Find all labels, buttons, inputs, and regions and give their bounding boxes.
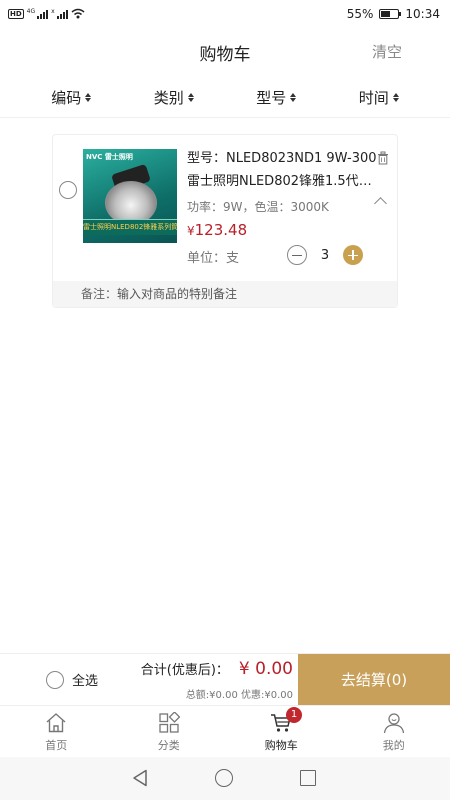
increase-button[interactable] [343,245,363,265]
sort-label: 编码 [51,89,82,107]
battery-icon [379,9,402,19]
sort-label: 时间 [358,89,389,107]
trash-icon[interactable] [377,151,389,165]
hd-icon: HD [8,9,24,19]
tab-bar: 首页 分类 购物车 1 我的 [0,705,450,757]
price-value: 123.48 [194,221,248,239]
home-circle-icon[interactable] [215,769,233,787]
tab-label: 购物车 [264,739,298,752]
home-icon [46,713,66,733]
product-logo: NVC 雷士照明 [86,153,133,161]
sort-by-model[interactable]: 型号 [256,78,297,117]
remark-row[interactable]: 备注：输入对商品的特别备注 [53,281,397,307]
back-icon[interactable] [132,769,148,787]
decrease-button[interactable] [287,245,307,265]
cart-badge: 1 [286,707,302,723]
product-unit: 单位：支 [187,251,240,266]
price-symbol: ¥ [187,224,195,238]
checkout-bar: 全选 合计(优惠后)： ¥ 0.00 总额:¥0.00 优惠:¥0.00 去结算… [0,653,450,706]
product-name[interactable]: 雷士照明NLED802锋雅1.5代系列筒灯 [187,170,383,189]
sort-arrows-icon [392,93,399,102]
sort-arrows-icon [85,93,92,102]
product-info: 型号：NLED8023ND1 9W-300 雷士照明NLED802锋雅1.5代系… [187,147,383,239]
select-all[interactable]: 全选 [46,670,98,689]
battery-percent: 55% [346,7,374,21]
status-right: 55% 10:34 [347,7,440,21]
product-banner: 雷士照明NLED802锋雅系列筒灯 [83,219,177,235]
total-value: ¥ 0.00 [238,659,293,679]
signal-icon: 4G [26,8,49,19]
signal-tag: 4G [26,8,36,15]
sort-by-time[interactable]: 时间 [359,78,399,117]
checkout-button[interactable]: 去结算(0) [298,654,450,706]
select-all-label: 全选 [72,674,99,689]
tab-label: 分类 [157,739,180,752]
quantity-stepper: 3 [287,245,363,265]
tab-cart[interactable]: 购物车 1 [225,706,338,757]
signal-2-tag: x [51,8,55,15]
remark-label: 备注： [81,287,118,301]
total-line: 合计(优惠后)： ¥ 0.00 [141,659,293,679]
system-navigation-bar [0,757,450,800]
tab-mine[interactable]: 我的 [338,706,450,757]
header: 购物车 清空 [0,30,450,74]
sort-label: 型号 [256,89,287,107]
sort-by-category[interactable]: 类别 [154,78,194,117]
select-all-radio[interactable] [46,670,64,689]
product-model: 型号：NLED8023ND1 9W-300 [187,151,377,166]
signal-2-icon: x [51,9,68,19]
wifi-icon [71,8,85,19]
cart-item-card: NVC 雷士照明 雷士照明NLED802锋雅系列筒灯 型号：NLED8023ND… [52,134,398,308]
item-select-radio[interactable] [59,181,77,199]
status-left: HD 4G x [8,8,85,19]
sort-label: 类别 [153,89,184,107]
quantity-value[interactable]: 3 [307,248,343,263]
clock: 10:34 [405,7,440,21]
sort-by-code[interactable]: 编码 [51,78,92,117]
remark-input[interactable]: 输入对商品的特别备注 [117,287,237,301]
product-spec: 功率：9W，色温：3000K [187,200,329,214]
total-label: 合计(优惠后)： [140,663,229,678]
sort-bar: 编码 类别 型号 时间 [0,78,450,118]
product-price: ¥123.48 [187,221,383,239]
subtotal-detail: 总额:¥0.00 优惠:¥0.00 [185,690,293,701]
tab-label: 我的 [382,739,405,752]
product-image[interactable]: NVC 雷士照明 雷士照明NLED802锋雅系列筒灯 [83,149,177,243]
sort-arrows-icon [187,93,194,102]
clear-button[interactable]: 清空 [372,41,402,62]
recent-apps-icon[interactable] [300,770,316,786]
sort-arrows-icon [290,93,297,102]
category-icon [159,712,180,733]
tab-home[interactable]: 首页 [0,706,113,757]
status-bar: HD 4G x 55% 10:34 [0,0,450,30]
user-icon [383,713,404,734]
tab-category[interactable]: 分类 [113,706,226,757]
tab-label: 首页 [45,739,68,752]
